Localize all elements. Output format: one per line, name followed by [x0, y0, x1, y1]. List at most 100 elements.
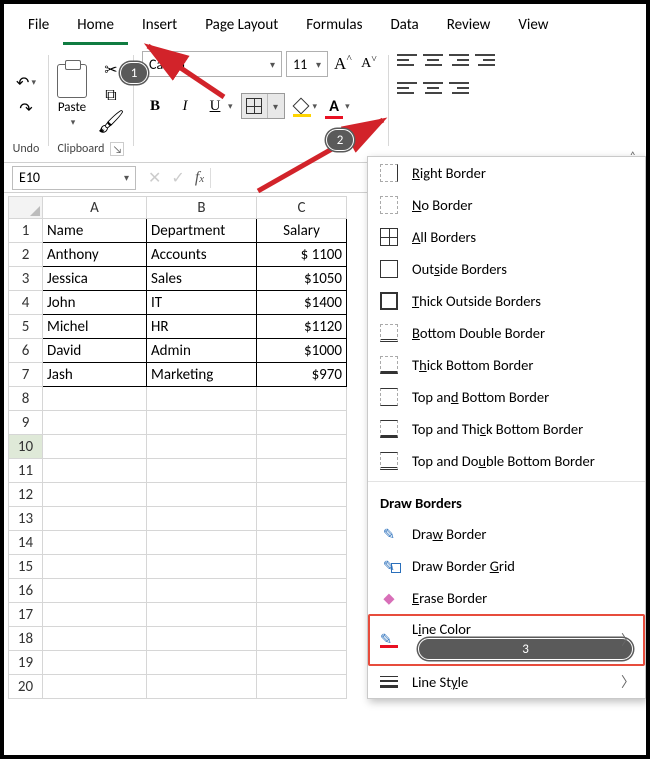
- cell-C10[interactable]: [257, 435, 347, 459]
- align-left-button[interactable]: [397, 79, 417, 97]
- row-header-1[interactable]: 1: [9, 219, 43, 243]
- cell-B20[interactable]: [147, 675, 257, 699]
- cell-C20[interactable]: [257, 675, 347, 699]
- cell-B6[interactable]: Admin: [147, 339, 257, 363]
- cell-A7[interactable]: Jash: [43, 363, 147, 387]
- row-header-18[interactable]: 18: [9, 627, 43, 651]
- cell-A5[interactable]: Michel: [43, 315, 147, 339]
- row-header-9[interactable]: 9: [9, 411, 43, 435]
- tab-view[interactable]: View: [504, 10, 562, 45]
- cell-B13[interactable]: [147, 507, 257, 531]
- cell-C11[interactable]: [257, 459, 347, 483]
- redo-button[interactable]: ↷: [12, 98, 40, 120]
- row-header-11[interactable]: 11: [9, 459, 43, 483]
- fx-confirm-icon[interactable]: ✓: [171, 168, 184, 188]
- row-header-7[interactable]: 7: [9, 363, 43, 387]
- copy-button[interactable]: ⧉: [97, 85, 125, 107]
- fx-icon[interactable]: fx: [195, 169, 204, 187]
- menu-item-botthk[interactable]: Thick Bottom Border: [368, 349, 645, 381]
- cell-A10[interactable]: [43, 435, 147, 459]
- row-header-16[interactable]: 16: [9, 579, 43, 603]
- cell-C17[interactable]: [257, 603, 347, 627]
- col-header-A[interactable]: A: [43, 197, 147, 219]
- paste-button[interactable]: Paste ▾: [57, 64, 87, 128]
- cell-A13[interactable]: [43, 507, 147, 531]
- col-header-B[interactable]: B: [147, 197, 257, 219]
- row-header-14[interactable]: 14: [9, 531, 43, 555]
- align-top-button[interactable]: [397, 51, 417, 69]
- cell-B1[interactable]: Department: [147, 219, 257, 243]
- cell-A20[interactable]: [43, 675, 147, 699]
- cell-A11[interactable]: [43, 459, 147, 483]
- menu-item-topbotthk[interactable]: Top and Thick Bottom Border: [368, 413, 645, 445]
- align-extra-button[interactable]: [475, 51, 495, 69]
- font-color-button[interactable]: A▾: [325, 97, 350, 116]
- cell-A16[interactable]: [43, 579, 147, 603]
- fill-color-button[interactable]: ▾: [293, 98, 318, 114]
- cell-C18[interactable]: [257, 627, 347, 651]
- align-middle-button[interactable]: [423, 51, 443, 69]
- font-size-select[interactable]: 11▾: [286, 51, 328, 77]
- fx-cancel-icon[interactable]: ✕: [148, 168, 161, 188]
- decrease-font-button[interactable]: A˅: [358, 53, 380, 75]
- menu-item-botdbl[interactable]: Bottom Double Border: [368, 317, 645, 349]
- cell-C4[interactable]: $1400: [257, 291, 347, 315]
- cell-B15[interactable]: [147, 555, 257, 579]
- cell-B3[interactable]: Sales: [147, 267, 257, 291]
- cell-C15[interactable]: [257, 555, 347, 579]
- cell-A1[interactable]: Name: [43, 219, 147, 243]
- row-header-17[interactable]: 17: [9, 603, 43, 627]
- cell-C1[interactable]: Salary: [257, 219, 347, 243]
- cell-A19[interactable]: [43, 651, 147, 675]
- align-right-button[interactable]: [449, 79, 469, 97]
- menu-item-all[interactable]: All Borders: [368, 221, 645, 253]
- cell-B18[interactable]: [147, 627, 257, 651]
- row-header-20[interactable]: 20: [9, 675, 43, 699]
- row-header-6[interactable]: 6: [9, 339, 43, 363]
- cell-A4[interactable]: John: [43, 291, 147, 315]
- menu-item-linecolor[interactable]: ✎ Line Color3〉: [368, 614, 645, 666]
- cell-B7[interactable]: Marketing: [147, 363, 257, 387]
- menu-item-linestyle[interactable]: Line Style〉: [368, 666, 645, 698]
- row-header-8[interactable]: 8: [9, 387, 43, 411]
- cell-A17[interactable]: [43, 603, 147, 627]
- menu-item-eraser[interactable]: ◆ Erase Border: [368, 582, 645, 614]
- row-header-19[interactable]: 19: [9, 651, 43, 675]
- cell-A6[interactable]: David: [43, 339, 147, 363]
- tab-page-layout[interactable]: Page Layout: [191, 10, 292, 45]
- borders-dropdown[interactable]: ▾: [268, 100, 284, 113]
- clipboard-launcher[interactable]: ↘: [110, 142, 124, 156]
- row-header-3[interactable]: 3: [9, 267, 43, 291]
- row-header-10[interactable]: 10: [9, 435, 43, 459]
- tab-review[interactable]: Review: [433, 10, 505, 45]
- cell-A2[interactable]: Anthony: [43, 243, 147, 267]
- name-box[interactable]: E10▾: [12, 166, 136, 190]
- cell-C8[interactable]: [257, 387, 347, 411]
- row-header-4[interactable]: 4: [9, 291, 43, 315]
- cell-B17[interactable]: [147, 603, 257, 627]
- cell-B14[interactable]: [147, 531, 257, 555]
- format-painter-button[interactable]: 🖌: [97, 111, 125, 133]
- menu-item-none[interactable]: No Border: [368, 189, 645, 221]
- cell-A9[interactable]: [43, 411, 147, 435]
- cell-C5[interactable]: $1120: [257, 315, 347, 339]
- row-header-13[interactable]: 13: [9, 507, 43, 531]
- cell-A15[interactable]: [43, 555, 147, 579]
- cell-C14[interactable]: [257, 531, 347, 555]
- increase-font-button[interactable]: A˄: [332, 53, 354, 75]
- cell-B19[interactable]: [147, 651, 257, 675]
- cell-C12[interactable]: [257, 483, 347, 507]
- tab-home[interactable]: Home: [63, 10, 128, 45]
- cell-B10[interactable]: [147, 435, 257, 459]
- cell-B9[interactable]: [147, 411, 257, 435]
- row-header-15[interactable]: 15: [9, 555, 43, 579]
- row-header-12[interactable]: 12: [9, 483, 43, 507]
- tab-file[interactable]: File: [14, 10, 63, 45]
- menu-item-right[interactable]: Right Border: [368, 157, 645, 189]
- cell-C13[interactable]: [257, 507, 347, 531]
- undo-button[interactable]: ↶▾: [12, 72, 40, 94]
- cell-B5[interactable]: HR: [147, 315, 257, 339]
- cell-C19[interactable]: [257, 651, 347, 675]
- menu-item-pencilgrid[interactable]: ✎ Draw Border Grid: [368, 550, 645, 582]
- menu-item-thick[interactable]: Thick Outside Borders: [368, 285, 645, 317]
